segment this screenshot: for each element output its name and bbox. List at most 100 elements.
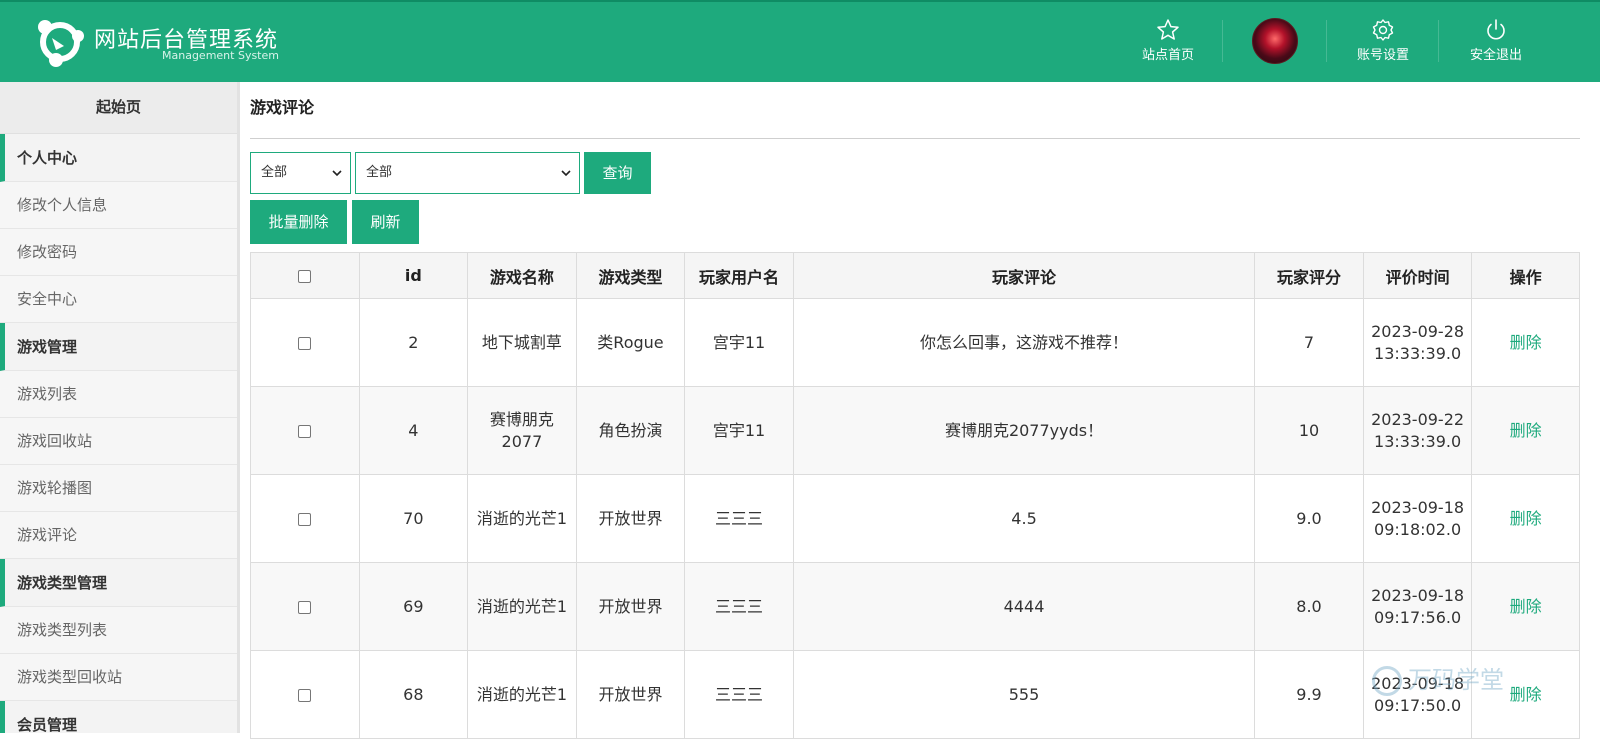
refresh-button[interactable]: 刷新 [352, 200, 419, 244]
row-checkbox[interactable] [298, 600, 312, 614]
cell-player-username: 三三三 [684, 650, 794, 739]
top-header: 网站后台管理系统 Management System 站点首页 账号设置 安全退… [0, 0, 1600, 82]
header-player-comment: 玩家评论 [792, 252, 1256, 299]
cell-player-comment: 你怎么回事，这游戏不推荐！ [792, 298, 1256, 387]
cell-player-username: 三三三 [684, 474, 794, 563]
cell-player-username: 三三三 [684, 562, 794, 651]
cell-operation: 删除 [1471, 386, 1580, 475]
sidebar-group-game[interactable]: 游戏管理 [0, 323, 237, 371]
table-row: 69 消逝的光芒1 开放世界 三三三 4444 8.0 2023-09-18 0… [250, 562, 1580, 651]
cell-player-comment: 555 [792, 650, 1256, 739]
title-divider [250, 138, 1580, 139]
batch-delete-button[interactable]: 批量删除 [250, 200, 347, 244]
sidebar-group-personal[interactable]: 个人中心 [0, 134, 237, 182]
brand-subtitle: Management System [162, 49, 279, 62]
sidebar: 起始页 个人中心 修改个人信息 修改密码 安全中心 游戏管理 游戏列表 游戏回收… [0, 82, 240, 733]
sidebar-item-type-list[interactable]: 游戏类型列表 [0, 607, 237, 654]
cell-game-name: 消逝的光芒1 [467, 650, 577, 739]
filter-select-2[interactable]: 全部 [355, 152, 580, 194]
cell-game-type: 开放世界 [575, 650, 686, 739]
table-row: 2 地下城割草 类Rogue 宫宇11 你怎么回事，这游戏不推荐！ 7 2023… [250, 298, 1580, 387]
cell-player-comment: 赛博朋克2077yyds！ [792, 386, 1256, 475]
watermark-text: 万码学堂 [1408, 666, 1504, 694]
cell-player-username: 宫宇11 [684, 298, 794, 387]
filter-select-1-value: 全部 [261, 165, 288, 180]
query-button[interactable]: 查询 [584, 152, 651, 194]
select-all-cell [250, 252, 360, 299]
cell-id: 4 [358, 386, 469, 475]
header-id: id [358, 252, 469, 299]
filter-select-2-value: 全部 [366, 165, 393, 180]
sidebar-home[interactable]: 起始页 [0, 82, 237, 134]
cell-player-comment: 4.5 [792, 474, 1256, 563]
nav-site-home[interactable]: 站点首页 [1113, 2, 1223, 82]
table-row: 4 赛博朋克2077 角色扮演 宫宇11 赛博朋克2077yyds！ 10 20… [250, 386, 1580, 475]
nav-separator [1222, 20, 1223, 62]
chevron-down-icon [561, 170, 571, 177]
cell-operation: 删除 [1471, 474, 1580, 563]
row-select-cell [250, 298, 360, 387]
power-icon [1487, 19, 1505, 40]
cell-id: 69 [358, 562, 469, 651]
watermark: 万码学堂 [1372, 660, 1532, 700]
cell-game-type: 角色扮演 [575, 386, 686, 475]
table-row: 70 消逝的光芒1 开放世界 三三三 4.5 9.0 2023-09-18 09… [250, 474, 1580, 563]
row-checkbox[interactable] [298, 688, 312, 702]
gear-icon [1372, 19, 1394, 41]
cell-id: 70 [358, 474, 469, 563]
row-select-cell [250, 474, 360, 563]
header-game-name: 游戏名称 [467, 252, 577, 299]
sidebar-group-game-type[interactable]: 游戏类型管理 [0, 559, 237, 607]
header-review-time: 评价时间 [1362, 252, 1473, 299]
sidebar-item-game-list[interactable]: 游戏列表 [0, 371, 237, 418]
cell-player-username: 宫宇11 [684, 386, 794, 475]
nav-site-home-label: 站点首页 [1141, 48, 1194, 63]
cell-game-name: 赛博朋克2077 [467, 386, 577, 475]
page-title: 游戏评论 [250, 98, 315, 117]
watermark-logo-icon [1372, 666, 1402, 696]
cell-player-score: 10 [1254, 386, 1364, 475]
sidebar-item-game-carousel[interactable]: 游戏轮播图 [0, 465, 237, 512]
cell-review-time: 2023-09-18 09:18:02.0 [1362, 474, 1473, 563]
chevron-down-icon [332, 170, 342, 177]
header-game-type: 游戏类型 [575, 252, 686, 299]
header-player-score: 玩家评分 [1254, 252, 1364, 299]
nav-separator [1326, 20, 1327, 62]
filter-select-1[interactable]: 全部 [250, 152, 351, 194]
table-header-row: id 游戏名称 游戏类型 玩家用户名 玩家评论 玩家评分 评价时间 操作 [250, 252, 1580, 299]
cell-player-score: 9.0 [1254, 474, 1364, 563]
row-checkbox[interactable] [298, 512, 312, 526]
cell-game-name: 地下城割草 [467, 298, 577, 387]
sidebar-item-edit-info[interactable]: 修改个人信息 [0, 182, 237, 229]
cell-game-name: 消逝的光芒1 [467, 562, 577, 651]
cell-review-time: 2023-09-28 13:33:39.0 [1362, 298, 1473, 387]
cell-operation: 删除 [1471, 562, 1580, 651]
nav-account-settings[interactable]: 账号设置 [1328, 2, 1438, 82]
sidebar-item-game-recycle[interactable]: 游戏回收站 [0, 418, 237, 465]
cell-operation: 删除 [1471, 298, 1580, 387]
select-all-checkbox[interactable] [298, 270, 312, 283]
nav-separator [1438, 20, 1439, 62]
delete-link[interactable]: 删除 [1510, 597, 1542, 616]
avatar[interactable] [1252, 18, 1298, 64]
row-checkbox[interactable] [298, 336, 312, 350]
delete-link[interactable]: 删除 [1510, 509, 1542, 528]
sidebar-item-security[interactable]: 安全中心 [0, 276, 237, 323]
sidebar-item-type-recycle[interactable]: 游戏类型回收站 [0, 654, 237, 701]
sidebar-group-member[interactable]: 会员管理 [0, 701, 237, 733]
delete-link[interactable]: 删除 [1510, 421, 1542, 440]
star-icon [1157, 19, 1179, 40]
cell-player-score: 8.0 [1254, 562, 1364, 651]
sidebar-item-edit-password[interactable]: 修改密码 [0, 229, 237, 276]
nav-logout-label: 安全退出 [1469, 48, 1522, 63]
cell-id: 2 [358, 298, 469, 387]
row-checkbox[interactable] [298, 424, 312, 438]
row-select-cell [250, 386, 360, 475]
cell-review-time: 2023-09-22 13:33:39.0 [1362, 386, 1473, 475]
sidebar-item-game-comments[interactable]: 游戏评论 [0, 512, 237, 559]
delete-link[interactable]: 删除 [1510, 333, 1542, 352]
row-select-cell [250, 650, 360, 739]
logo-icon [38, 20, 84, 67]
nav-logout[interactable]: 安全退出 [1441, 2, 1551, 82]
cell-game-type: 开放世界 [575, 474, 686, 563]
